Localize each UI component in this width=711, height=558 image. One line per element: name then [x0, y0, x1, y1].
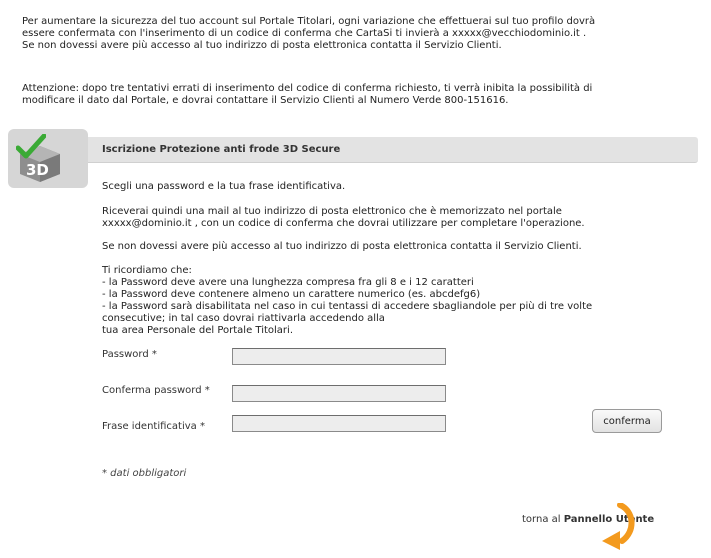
3d-logo-text: 3D [26, 161, 49, 179]
intro-line: Per aumentare la sicurezza del tuo accou… [22, 16, 596, 27]
email-info: Riceverai quindi una mail al tuo indiriz… [102, 206, 682, 230]
contact-info: Se non dovessi avere più accesso al tuo … [102, 241, 682, 253]
rule-item: - la Password sarà disabilitata nel caso… [102, 301, 593, 312]
instruction-text: xxxxx@dominio.it , con un codice di conf… [102, 218, 585, 229]
warning-text: Attenzione: dopo tre tentativi errati di… [22, 83, 692, 107]
instructions: Scegli una password e la tua frase ident… [102, 181, 682, 193]
rules-title: Ti ricordiamo che: [102, 265, 192, 276]
instruction-text: Scegli una password e la tua frase ident… [102, 181, 346, 192]
confirm-password-label: Conferma password * [102, 385, 210, 396]
instruction-text: Se non dovessi avere più accesso al tuo … [102, 241, 582, 252]
confirm-password-input[interactable] [232, 385, 446, 402]
confirm-button[interactable]: conferma [592, 409, 662, 433]
passphrase-label: Frase identificativa * [102, 421, 205, 432]
required-fields-note: * dati obbligatori [102, 468, 187, 479]
rule-item: - la Password deve avere una lunghezza c… [102, 277, 474, 288]
intro-line: Se non dovessi avere più accesso al tuo … [22, 40, 502, 51]
passphrase-input[interactable] [232, 415, 446, 432]
password-label: Password * [102, 349, 157, 360]
warning-line: modificare il dato dal Portale, e dovrai… [22, 95, 509, 106]
password-input[interactable] [232, 348, 446, 365]
intro-line: essere confermata con l'inserimento di u… [22, 28, 587, 39]
warning-line: Attenzione: dopo tre tentativi errati di… [22, 83, 593, 94]
intro-text: Per aumentare la sicurezza del tuo accou… [22, 16, 692, 52]
checkmark-icon [16, 134, 46, 159]
back-link-prefix: torna al [522, 514, 561, 525]
instruction-text: Riceverai quindi una mail al tuo indiriz… [102, 206, 562, 217]
rule-item: consecutive; in tal caso dovrai riattiva… [102, 313, 385, 324]
rule-item: tua area Personale del Portale Titolari. [102, 325, 293, 336]
password-rules: Ti ricordiamo che: - la Password deve av… [102, 265, 682, 337]
rule-item: - la Password deve contenere almeno un c… [102, 289, 481, 300]
back-arrow-icon [602, 503, 635, 550]
section-title: Iscrizione Protezione anti frode 3D Secu… [102, 144, 341, 155]
